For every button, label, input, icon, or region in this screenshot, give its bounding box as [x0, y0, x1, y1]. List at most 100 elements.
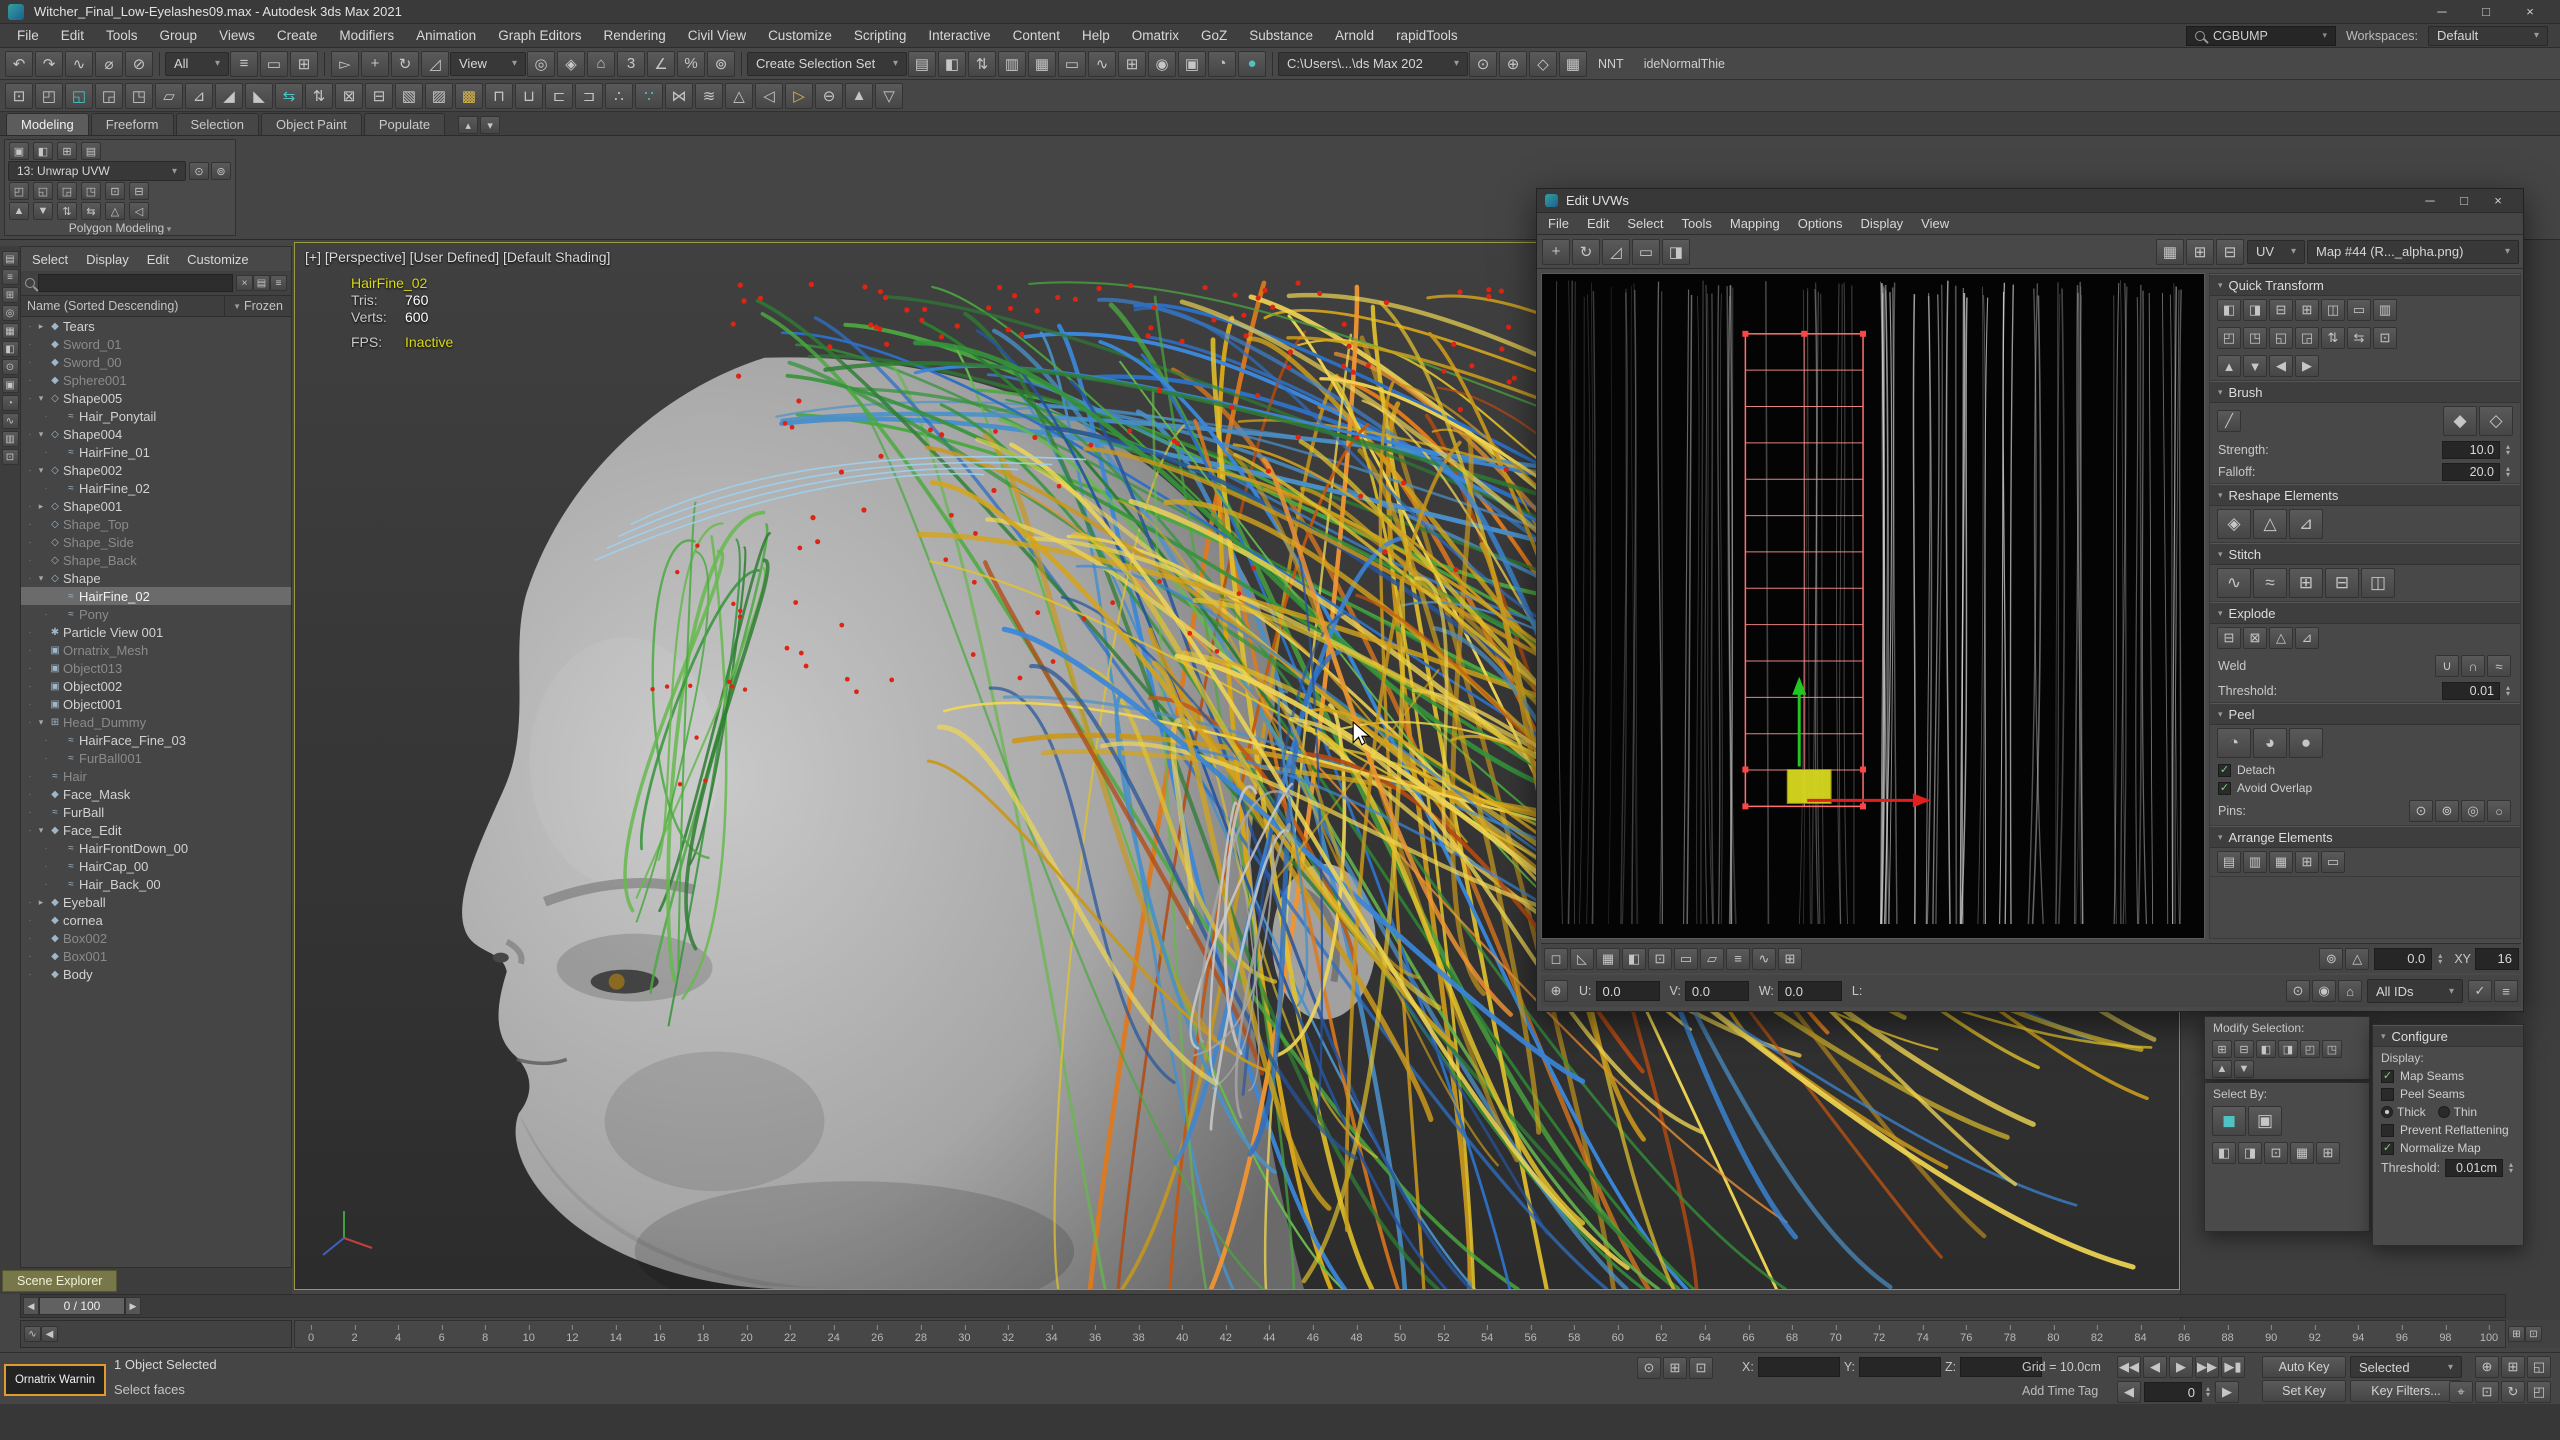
align-tool-icon[interactable]: ◱ — [2269, 327, 2293, 349]
tile-grid-icon[interactable]: ⊟ — [2216, 239, 2244, 265]
uv-tool-icon[interactable]: ◻ — [1544, 948, 1568, 970]
peel-mode-icon[interactable]: ◕ — [2253, 728, 2287, 758]
clear-pins-icon[interactable]: ○ — [2487, 800, 2511, 822]
checkbox-normalize-map[interactable]: ✓Normalize Map — [2373, 1139, 2523, 1157]
expander-icon[interactable]: ▾ — [35, 465, 47, 476]
uv-option-icon[interactable]: ⊚ — [2319, 948, 2343, 970]
paint-move-brush-icon[interactable]: ◆ — [2443, 406, 2477, 436]
align-tool-icon[interactable]: ⊡ — [2373, 327, 2397, 349]
align-tool-icon[interactable]: ⊞ — [2295, 299, 2319, 321]
selection-lock-icon[interactable]: ⊙ — [1637, 1357, 1661, 1379]
uv-tool-icon[interactable]: ≡ — [2494, 980, 2518, 1002]
uv-rotate-icon[interactable]: ↻ — [1572, 239, 1600, 265]
x-coordinate-field[interactable] — [1758, 1357, 1840, 1377]
uv-zoom-field[interactable]: 0.0 — [2374, 948, 2432, 970]
tree-item-hairface-fine-03[interactable]: ·≈HairFace_Fine_03 — [21, 731, 291, 749]
menu-substance[interactable]: Substance — [1238, 24, 1324, 47]
rectangular-selection-region-icon[interactable]: ▭ — [260, 51, 288, 77]
pin-stack-icon[interactable]: ⊙ — [189, 162, 209, 180]
u-coordinate-field[interactable]: 0.0 — [1596, 981, 1660, 1001]
menu-group[interactable]: Group — [149, 24, 209, 47]
uv-scale-icon[interactable]: ◿ — [1602, 239, 1630, 265]
nudge-icon[interactable]: ◀ — [2269, 355, 2293, 377]
snaps-toggle-icon[interactable]: 3 — [617, 51, 645, 77]
menu-edit[interactable]: Edit — [50, 24, 95, 47]
explorer-tool-icon[interactable]: ▣ — [2, 377, 19, 393]
tree-item-cornea[interactable]: ·◆cornea — [21, 911, 291, 929]
tool-icon[interactable]: ◱ — [65, 83, 93, 109]
menu-rendering[interactable]: Rendering — [593, 24, 677, 47]
uvw-menu-select[interactable]: Select — [1618, 213, 1672, 234]
layer-manager-icon[interactable]: ▥ — [998, 51, 1026, 77]
uv-tool-icon[interactable]: ✓ — [2468, 980, 2492, 1002]
menu-rapidtools[interactable]: rapidTools — [1385, 24, 1469, 47]
weld-all-icon[interactable]: ∩ — [2461, 655, 2485, 677]
explorer-tool-icon[interactable]: ◔ — [2, 395, 19, 411]
align-tool-icon[interactable]: ◫ — [2321, 299, 2345, 321]
tool-icon[interactable]: ≋ — [695, 83, 723, 109]
stitch-target-icon[interactable]: ⊟ — [2325, 568, 2359, 598]
tool-icon[interactable]: ⋈ — [665, 83, 693, 109]
tree-item-furball[interactable]: ·≈FurBall — [21, 803, 291, 821]
tree-item-hairfine-01[interactable]: ·≈HairFine_01 — [21, 443, 291, 461]
uvw-menu-mapping[interactable]: Mapping — [1721, 213, 1789, 234]
radio-thick[interactable] — [2381, 1106, 2393, 1118]
rendered-frame-icon[interactable]: ◔ — [1208, 51, 1236, 77]
subobject-icon[interactable]: ◳ — [81, 182, 101, 200]
select-object-icon[interactable]: ▻ — [331, 51, 359, 77]
uvw-maximize-button[interactable]: □ — [2447, 189, 2481, 212]
tool-icon[interactable]: ⊏ — [545, 83, 573, 109]
tree-item-particle-view-001[interactable]: ·✱Particle View 001 — [21, 623, 291, 641]
tree-item-shape-back[interactable]: ·◇Shape_Back — [21, 551, 291, 569]
tree-item-object002[interactable]: ·▣Object002 — [21, 677, 291, 695]
pack-normalize-icon[interactable]: ▤ — [2217, 851, 2241, 873]
ribbon-toggle-icon[interactable]: ▭ — [1058, 51, 1086, 77]
uv-tool-icon[interactable]: ≡ — [1726, 948, 1750, 970]
go-to-end-icon[interactable]: ▶▮ — [2221, 1356, 2245, 1378]
tool-icon[interactable]: ◢ — [215, 83, 243, 109]
checkbox-detach[interactable]: ✓Detach — [2210, 761, 2520, 779]
explorer-tool-icon[interactable]: ▤ — [2, 251, 19, 267]
uv-editor-canvas[interactable] — [1541, 273, 2205, 939]
modeling-tool-icon[interactable]: ◁ — [129, 202, 149, 220]
brush-falloff-field[interactable]: 20.0 — [2442, 463, 2500, 481]
percent-snap-icon[interactable]: % — [677, 51, 705, 77]
polygon-modeling-icon[interactable]: ▣ — [9, 142, 29, 160]
add-time-tag-button[interactable]: Add Time Tag — [2022, 1384, 2098, 1398]
previous-frame-icon[interactable]: ◀ — [2143, 1356, 2167, 1378]
ribbon-tab-object-paint[interactable]: Object Paint — [261, 113, 362, 135]
align-tool-icon[interactable]: ◳ — [2243, 327, 2267, 349]
current-frame-field[interactable]: 0 — [2144, 1382, 2202, 1402]
tool-icon[interactable]: ▷ — [785, 83, 813, 109]
tool-icon[interactable]: ◲ — [95, 83, 123, 109]
rescale-elements-icon[interactable]: ▦ — [2269, 851, 2293, 873]
unlink-selection-icon[interactable]: ⌀ — [95, 51, 123, 77]
tool-icon[interactable]: ⇆ — [275, 83, 303, 109]
tool-icon[interactable]: ⊐ — [575, 83, 603, 109]
flatten-polygon-icon[interactable]: ⊠ — [2243, 627, 2267, 649]
uv-option-icon[interactable]: △ — [2345, 948, 2369, 970]
tree-item-shape-side[interactable]: ·◇Shape_Side — [21, 533, 291, 551]
modify-selection-icon[interactable]: ⊟ — [2234, 1040, 2254, 1058]
tree-item-shape[interactable]: ·▾◇Shape — [21, 569, 291, 587]
menu-help[interactable]: Help — [1071, 24, 1121, 47]
uvw-menu-options[interactable]: Options — [1789, 213, 1852, 234]
explorer-tool-icon[interactable]: ◧ — [2, 341, 19, 357]
tool-icon[interactable]: ◰ — [35, 83, 63, 109]
expander-icon[interactable]: ▸ — [35, 501, 47, 512]
absolute-relative-icon[interactable]: ⊞ — [1663, 1357, 1687, 1379]
explorer-menu-select[interactable]: Select — [23, 247, 77, 271]
uvw-menu-display[interactable]: Display — [1852, 213, 1913, 234]
relax-until-flat-icon[interactable]: ⊿ — [2289, 509, 2323, 539]
uv-tool-icon[interactable]: ▭ — [1674, 948, 1698, 970]
next-key-icon[interactable]: ▶ — [2215, 1381, 2239, 1403]
ribbon-config-icon[interactable]: ▾ — [480, 116, 500, 134]
menu-content[interactable]: Content — [1002, 24, 1071, 47]
scene-explorer-toggle-icon[interactable]: ▦ — [1028, 51, 1056, 77]
custom-toolbar-button-nnt[interactable]: NNT — [1588, 57, 1634, 71]
tool-icon[interactable]: ⊕ — [1499, 51, 1527, 77]
pack-icon[interactable]: ▥ — [2243, 851, 2267, 873]
absolute-offset-toggle-icon[interactable]: ⊕ — [1544, 980, 1568, 1002]
modeling-tool-icon[interactable]: ⇅ — [57, 202, 77, 220]
explorer-menu-edit[interactable]: Edit — [138, 247, 178, 271]
